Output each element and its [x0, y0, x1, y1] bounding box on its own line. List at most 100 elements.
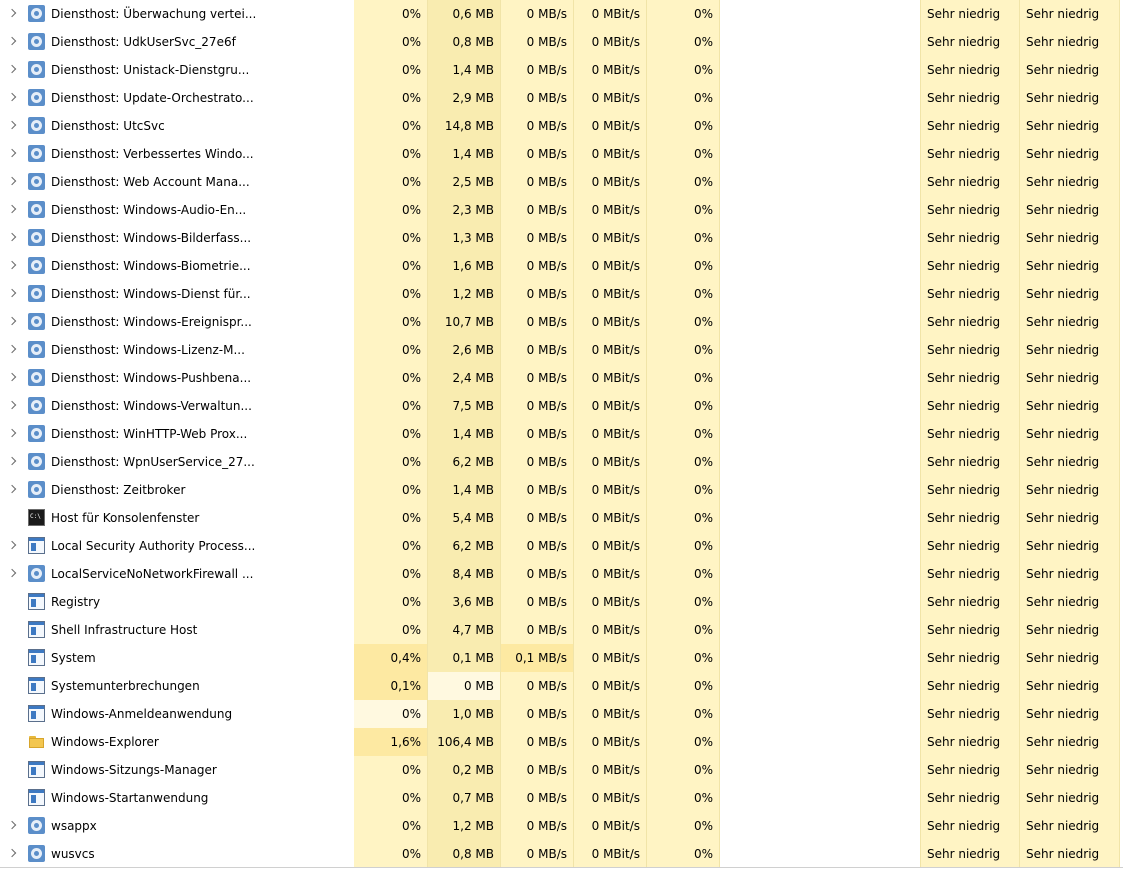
gear-icon — [28, 817, 45, 834]
cpu-value: 0% — [354, 196, 428, 224]
memory-value: 2,3 MB — [428, 196, 501, 224]
expand-toggle[interactable] — [0, 392, 24, 420]
disk-value: 0 MB/s — [501, 448, 574, 476]
expand-toggle[interactable] — [0, 224, 24, 252]
expand-toggle[interactable] — [0, 140, 24, 168]
table-row[interactable]: Shell Infrastructure Host 0% 4,7 MB 0 MB/s 0… — [0, 616, 1123, 644]
table-row[interactable]: Windows-Explorer 1,6% 106,4 MB 0 MB/s 0 MBit… — [0, 728, 1123, 756]
gpu-value: 0% — [647, 420, 720, 448]
expand-toggle[interactable] — [0, 196, 24, 224]
table-row[interactable]: Host für Konsolenfenster0%5,4 MB0 MB/s0 … — [0, 504, 1123, 532]
table-row[interactable]: Diensthost: WpnUserService_27... 0% 6,2 MB… — [0, 448, 1123, 476]
expand-toggle[interactable] — [0, 420, 24, 448]
table-row[interactable]: Registry 0% 3,6 MB 0 MB/s 0 MBit/s 0% Sehr nie… — [0, 588, 1123, 616]
power-usage-value: Sehr niedrig — [920, 476, 1020, 504]
expand-toggle[interactable] — [0, 84, 24, 112]
expand-toggle[interactable] — [0, 0, 24, 28]
process-name: wsappx — [51, 819, 97, 833]
network-value: 0 MBit/s — [574, 364, 647, 392]
gpu-value: 0% — [647, 336, 720, 364]
expand-toggle[interactable] — [0, 308, 24, 336]
table-row[interactable]: wsappx 0% 1,2 MB 0 MB/s 0 MBit/s 0% Sehr niedr… — [0, 812, 1123, 840]
expand-toggle[interactable] — [0, 168, 24, 196]
table-row[interactable]: Diensthost: Web Account Mana... 0% 2,5 MB 0… — [0, 168, 1123, 196]
process-icon-cell — [24, 28, 48, 56]
gpu-value: 0% — [647, 728, 720, 756]
disk-value: 0 MB/s — [501, 112, 574, 140]
process-icon-cell — [24, 420, 48, 448]
gpu-value: 0% — [647, 364, 720, 392]
table-row[interactable]: Diensthost: Windows-Lizenz-M... 0% 2,6 MB 0… — [0, 336, 1123, 364]
table-row[interactable]: Diensthost: UdkUserSvc_27e6f 0% 0,8 MB 0 MB… — [0, 28, 1123, 56]
expand-toggle[interactable] — [0, 280, 24, 308]
expand-toggle[interactable] — [0, 476, 24, 504]
table-row[interactable]: wusvcs 0% 0,8 MB 0 MB/s 0 MBit/s 0% Sehr niedr… — [0, 840, 1123, 868]
expand-toggle[interactable] — [0, 840, 24, 868]
gear-icon — [28, 481, 45, 498]
table-row[interactable]: Windows-Anmeldeanwendung 0% 1,0 MB 0 MB/s 0 … — [0, 700, 1123, 728]
chevron-right-icon — [7, 204, 17, 214]
expand-toggle[interactable] — [0, 812, 24, 840]
expand-toggle[interactable] — [0, 28, 24, 56]
table-row[interactable]: LocalServiceNoNetworkFirewall ... 0% 8,4 M… — [0, 560, 1123, 588]
expand-toggle[interactable] — [0, 112, 24, 140]
network-value: 0 MBit/s — [574, 532, 647, 560]
disk-value: 0 MB/s — [501, 476, 574, 504]
table-row[interactable]: Diensthost: Windows-Verwaltun... 0% 7,5 MB… — [0, 392, 1123, 420]
memory-value: 2,9 MB — [428, 84, 501, 112]
chevron-right-icon — [7, 540, 17, 550]
expand-toggle[interactable] — [0, 560, 24, 588]
table-row[interactable]: Diensthost: Update-Orchestrato... 0% 2,9 M… — [0, 84, 1123, 112]
disk-value: 0 MB/s — [501, 252, 574, 280]
network-value: 0 MBit/s — [574, 784, 647, 812]
expand-toggle[interactable] — [0, 336, 24, 364]
gear-icon — [28, 201, 45, 218]
table-row[interactable]: Diensthost: Windows-Bilderfass... 0% 1,3 M… — [0, 224, 1123, 252]
chevron-right-icon — [7, 288, 17, 298]
gear-icon — [28, 33, 45, 50]
expand-toggle[interactable] — [0, 252, 24, 280]
gpu-value: 0% — [647, 28, 720, 56]
table-row[interactable]: Diensthost: Windows-Dienst für... 0% 1,2 M… — [0, 280, 1123, 308]
table-row[interactable]: Diensthost: Windows-Biometrie... 0% 1,6 MB… — [0, 252, 1123, 280]
table-row[interactable]: Diensthost: Unistack-Dienstgru... 0% 1,4 M… — [0, 56, 1123, 84]
table-row[interactable]: Diensthost: Zeitbroker 0% 1,4 MB 0 MB/s 0 MB… — [0, 476, 1123, 504]
power-trend-value: Sehr niedrig — [1020, 112, 1120, 140]
table-row[interactable]: Diensthost: WinHTTP-Web Prox... 0% 1,4 MB 0… — [0, 420, 1123, 448]
expand-toggle[interactable] — [0, 448, 24, 476]
table-row[interactable]: Diensthost: Verbessertes Windo... 0% 1,4 M… — [0, 140, 1123, 168]
process-name: Local Security Authority Process... — [51, 539, 256, 553]
network-value: 0 MBit/s — [574, 560, 647, 588]
power-usage-value: Sehr niedrig — [920, 392, 1020, 420]
table-row[interactable]: Local Security Authority Process... 0% 6,2… — [0, 532, 1123, 560]
table-row[interactable]: System 0,4% 0,1 MB 0,1 MB/s 0 MBit/s 0% Sehr n… — [0, 644, 1123, 672]
process-icon-cell — [24, 840, 48, 868]
power-trend-value: Sehr niedrig — [1020, 616, 1120, 644]
expand-toggle[interactable] — [0, 364, 24, 392]
table-row[interactable]: Diensthost: Windows-Pushbena... 0% 2,4 MB 0… — [0, 364, 1123, 392]
process-name: Diensthost: Unistack-Dienstgru... — [51, 63, 250, 77]
table-row[interactable]: Windows-Sitzungs-Manager 0% 0,2 MB 0 MB/s 0 … — [0, 756, 1123, 784]
cpu-value: 0% — [354, 280, 428, 308]
power-usage-value: Sehr niedrig — [920, 840, 1020, 868]
memory-value: 7,5 MB — [428, 392, 501, 420]
network-value: 0 MBit/s — [574, 168, 647, 196]
table-row[interactable]: Windows-Startanwendung 0% 0,7 MB 0 MB/s 0 MB… — [0, 784, 1123, 812]
table-row[interactable]: Diensthost: Windows-Audio-En... 0% 2,3 MB 0… — [0, 196, 1123, 224]
expand-toggle[interactable] — [0, 532, 24, 560]
table-row[interactable]: Diensthost: UtcSvc 0% 14,8 MB 0 MB/s 0 MBit/… — [0, 112, 1123, 140]
table-row[interactable]: Diensthost: Windows-Ereignispr... 0% 10,7 … — [0, 308, 1123, 336]
table-row[interactable]: Diensthost: Überwachung vertei... 0% 0,6 M… — [0, 0, 1123, 28]
cpu-value: 0% — [354, 504, 428, 532]
power-trend-value: Sehr niedrig — [1020, 560, 1120, 588]
expand-toggle[interactable] — [0, 56, 24, 84]
power-trend-value: Sehr niedrig — [1020, 504, 1120, 532]
memory-value: 6,2 MB — [428, 448, 501, 476]
network-value: 0 MBit/s — [574, 280, 647, 308]
window-icon — [28, 761, 45, 778]
expand-placeholder — [0, 644, 24, 672]
process-name: Diensthost: WpnUserService_27... — [51, 455, 255, 469]
cpu-value: 0% — [354, 252, 428, 280]
table-row[interactable]: Systemunterbrechungen 0,1% 0 MB 0 MB/s 0 MBi… — [0, 672, 1123, 700]
gpu-value: 0% — [647, 0, 720, 28]
